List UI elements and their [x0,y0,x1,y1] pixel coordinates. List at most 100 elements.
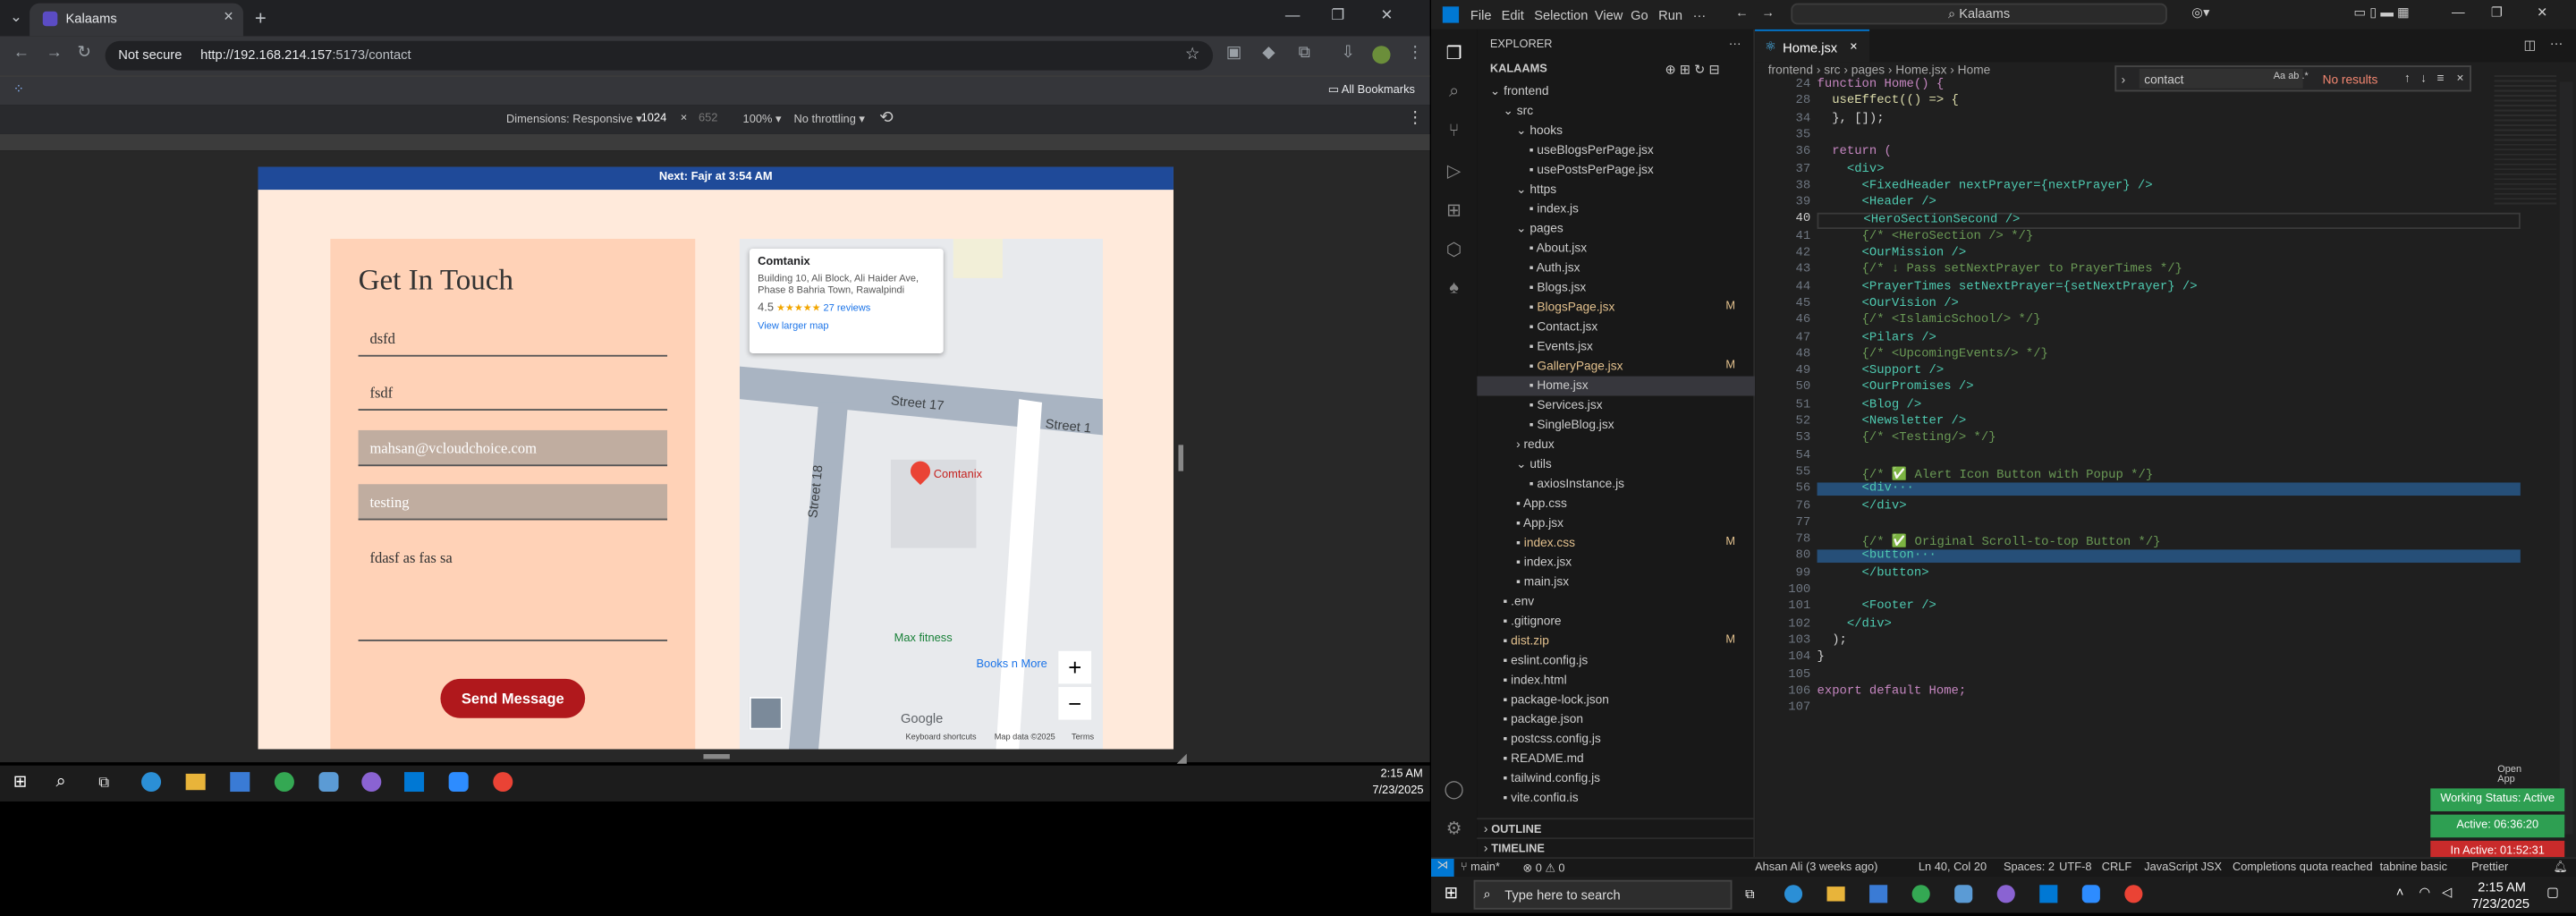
restore-icon[interactable]: ❐ [1331,6,1344,24]
tree-item[interactable]: ⌄ hooks [1477,121,1755,140]
clock-time[interactable]: 2:15 AM [1381,768,1423,780]
cursor-position[interactable]: Ln 40, Col 20 [1919,862,1987,874]
crumb-src[interactable]: src [1824,62,1840,76]
split-editor-icon[interactable]: ◫ [2524,38,2537,52]
code-line[interactable]: useEffect(() => { [1818,96,1959,109]
github-icon[interactable] [1996,885,2015,903]
code-line[interactable]: <Footer /> [1818,601,1936,615]
remote-indicator[interactable]: ⋊ [1431,859,1454,878]
branch-indicator[interactable]: ⑂ main* [1461,862,1500,874]
search-icon[interactable]: ⌕ [55,772,65,793]
explorer-more-icon[interactable]: ··· [1729,36,1741,50]
menu-more[interactable]: ··· [1693,8,1707,22]
code-line[interactable]: <OurVision /> [1818,298,1959,311]
name-field[interactable]: dsfd [358,320,668,357]
volume-icon[interactable]: ◁ [2442,885,2452,899]
find-options-icons[interactable]: Aa ab .* [2274,72,2309,81]
close-window-icon[interactable]: ✕ [1381,6,1394,24]
tree-item[interactable]: ▪ App.jsx [1477,513,1755,533]
zoom-select[interactable]: 100% ▾ [743,113,782,126]
tree-item[interactable]: ▪ useBlogsPerPage.jsx [1477,140,1755,160]
code-line[interactable]: } [1818,651,1825,665]
explorer-actions-icons[interactable]: ⊕ ⊞ ↻ ⊟ [1665,62,1719,76]
message-textarea[interactable]: fdasf as fas sa [358,539,668,641]
zoom-icon[interactable] [448,772,469,793]
email-field[interactable]: mahsan@vcloudchoice.com [358,429,668,467]
tree-item[interactable]: ▪ eslint.config.js [1477,651,1755,671]
tree-item[interactable]: ▪ Contact.jsx [1477,318,1755,337]
tree-item[interactable]: ▪ Home.jsx [1477,376,1756,396]
minimap[interactable] [2494,75,2557,207]
tree-item[interactable]: ▪ index.js [1477,199,1755,219]
chrome-icon[interactable] [1911,885,1930,903]
resize-handle-corner[interactable]: ◢ [1177,751,1187,765]
language-mode[interactable]: JavaScript JSX [2144,862,2222,874]
tree-item[interactable]: ▪ About.jsx [1477,239,1755,259]
find-prev-icon[interactable]: ↑ [2404,71,2411,85]
dimensions-select[interactable]: Dimensions: Responsive ▾ [506,113,642,126]
start-icon[interactable]: ⊞ [1445,885,1458,903]
keyboard-shortcuts-link[interactable]: Keyboard shortcuts [905,733,976,742]
zoom-in-button[interactable]: + [1058,650,1092,684]
tree-item[interactable]: › redux [1477,435,1755,454]
avatar[interactable] [1372,46,1391,64]
code-line[interactable]: <OurMission /> [1818,247,1967,260]
chrome-menu-icon[interactable]: ⋮ [1407,44,1423,62]
menu-edit[interactable]: Edit [1502,8,1524,22]
code-line[interactable]: }, []); [1818,112,1884,125]
tree-item[interactable]: ▪ Auth.jsx [1477,259,1755,278]
code-line[interactable]: {/* <IslamicSchool/> */} [1818,314,2041,327]
crumb-file[interactable]: Home.jsx [1895,62,1946,76]
find-next-icon[interactable]: ↓ [2420,71,2427,85]
not-secure-label[interactable]: Not secure [118,47,182,62]
edge-icon[interactable] [1784,885,1803,903]
find-selection-icon[interactable]: ≡ [2437,71,2445,85]
tree-item[interactable]: ▪ Events.jsx [1477,337,1755,357]
account-icon[interactable]: ◯ [1443,778,1466,802]
copilot-icon[interactable]: ◎▾ [2191,4,2209,19]
extension-icon[interactable]: ▣ [1226,44,1241,62]
code-line[interactable]: <div··· [1817,482,2521,496]
layers-thumbnail[interactable] [749,696,783,730]
code-line[interactable]: <PrayerTimes setNextPrayer={setNextPraye… [1818,281,2198,294]
tree-item[interactable]: ▪ .env [1477,592,1755,612]
clock-date[interactable]: 7/23/2025 [2471,896,2529,911]
tree-item[interactable]: ▪ vite.config.js [1477,788,1755,802]
restore-icon[interactable]: ❐ [2491,4,2503,19]
code-line[interactable]: </div> [1818,617,1892,631]
end-of-line[interactable]: CRLF [2102,862,2131,874]
menu-view[interactable]: View [1595,8,1623,22]
command-center-search[interactable]: ⌕ Kalaams [1791,3,2167,25]
tree-item[interactable]: ⌄ src [1477,101,1755,121]
store-icon[interactable] [230,772,250,793]
project-root[interactable]: KALAAMS [1490,64,1547,75]
minimize-icon[interactable]: — [2452,4,2465,19]
completions-status[interactable]: Completions quota reached [2233,862,2373,874]
all-bookmarks-link[interactable]: ▭ All Bookmarks [1328,83,1415,97]
tab-home-jsx[interactable]: ⚛ Home.jsx × [1755,29,1870,63]
app-icon[interactable] [318,772,339,793]
clock-time[interactable]: 2:15 AM [2478,880,2526,895]
tree-item[interactable]: ⌄ https [1477,180,1755,199]
tree-item[interactable]: ▪ README.md [1477,749,1755,768]
editor-more-icon[interactable]: ··· [2550,36,2563,50]
code-line[interactable]: <Blog /> [1818,399,1922,412]
file-explorer-icon[interactable] [1826,886,1845,902]
remote-explorer-icon[interactable]: ⬡ [1443,239,1466,262]
mongodb-icon[interactable]: ♠ [1443,278,1466,301]
crumb-pages[interactable]: pages [1852,62,1885,76]
problems-indicator[interactable]: ⊗ 0 ⚠ 0 [1522,862,1564,876]
tree-item[interactable]: ▪ package.json [1477,710,1755,730]
chrome-icon-2[interactable] [493,772,513,793]
width-input[interactable]: 1024 [641,113,667,124]
code-line[interactable]: export default Home; [1818,685,1967,699]
forward-icon[interactable]: → [46,44,62,62]
outline-section[interactable]: › OUTLINE [1477,818,1756,837]
file-explorer-icon[interactable] [185,773,206,791]
reviews-link[interactable]: 27 reviews [824,304,871,314]
wifi-icon[interactable]: ◠ [2419,885,2430,899]
task-view-icon[interactable]: ⧉ [98,774,109,792]
code-line[interactable]: </button> [1818,567,1929,581]
tree-item[interactable]: ▪ index.jsx [1477,553,1755,572]
menu-selection[interactable]: Selection [1534,8,1588,22]
